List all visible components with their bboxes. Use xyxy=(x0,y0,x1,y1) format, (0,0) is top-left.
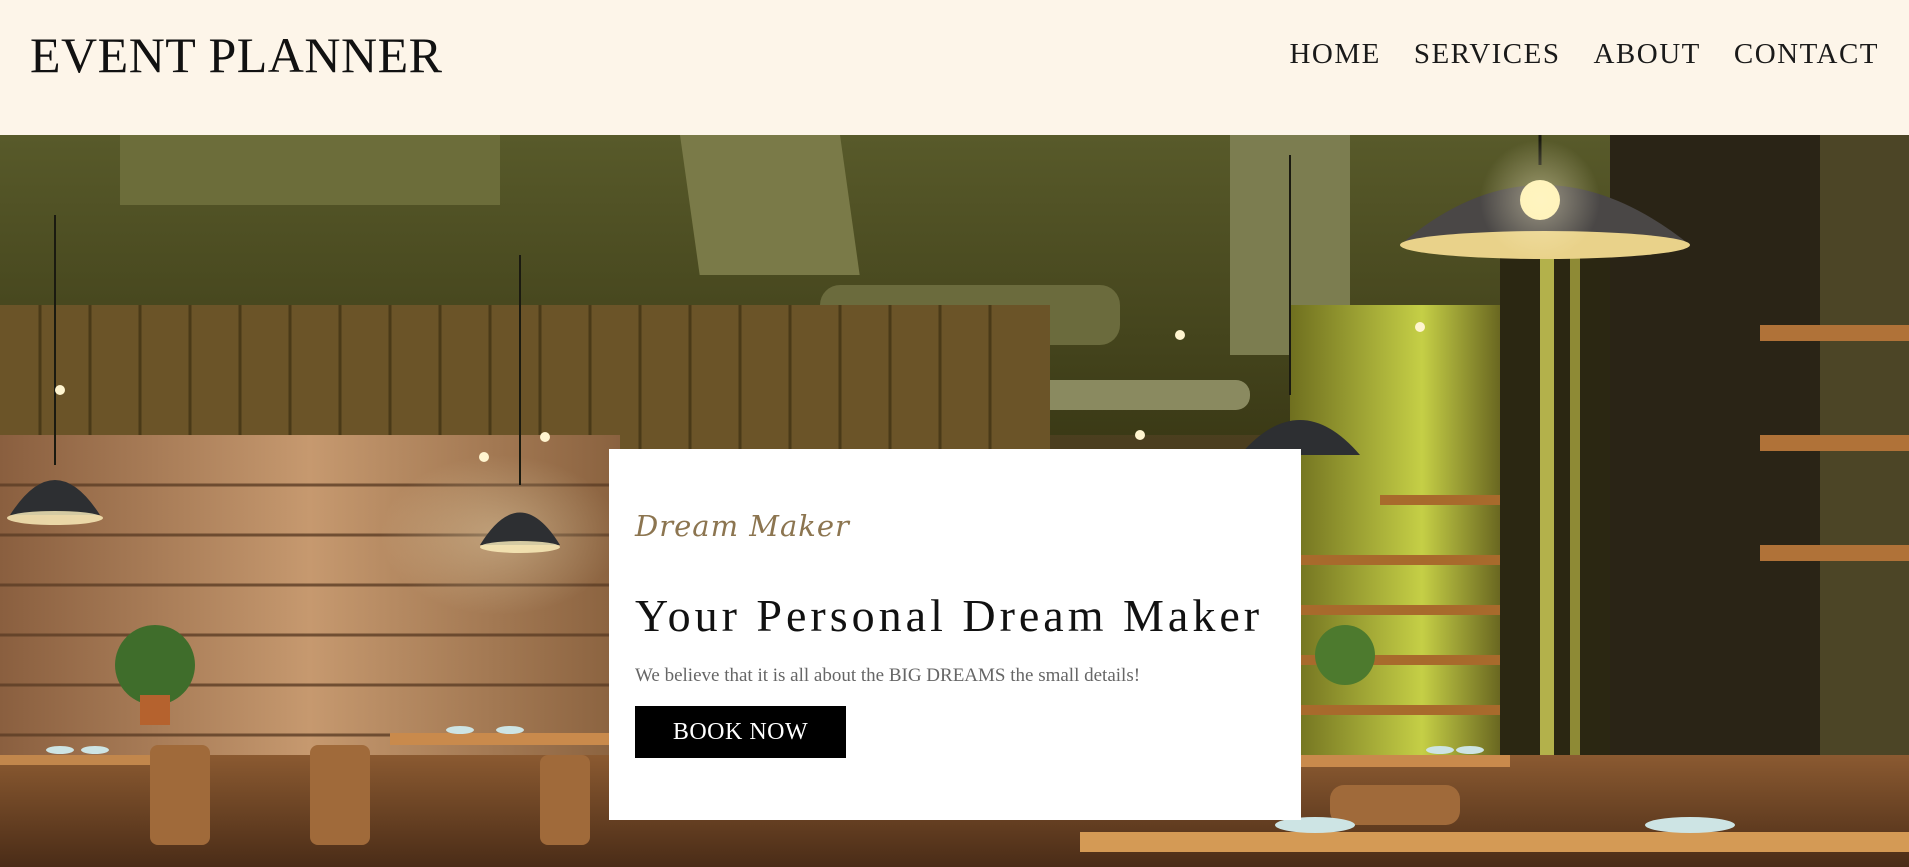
hero-script-title: Dream Maker xyxy=(635,509,850,543)
nav-services[interactable]: SERVICES xyxy=(1414,38,1561,71)
hero-headline: Your Personal Dream Maker xyxy=(635,590,1264,641)
hero-tagline: We believe that it is all about the BIG … xyxy=(635,665,1141,686)
site-logo[interactable]: EVENT PLANNER xyxy=(30,26,443,84)
site-header: EVENT PLANNER HOME SERVICES ABOUT CONTAC… xyxy=(0,0,1909,135)
nav-home[interactable]: HOME xyxy=(1289,38,1380,71)
book-now-button[interactable]: BOOK NOW xyxy=(635,706,846,758)
nav-contact[interactable]: CONTACT xyxy=(1734,38,1879,71)
main-nav: HOME SERVICES ABOUT CONTACT xyxy=(1289,38,1879,71)
nav-about[interactable]: ABOUT xyxy=(1593,38,1700,71)
hero-card: Dream Maker Your Personal Dream Maker We… xyxy=(609,449,1301,820)
hero-section: Dream Maker Your Personal Dream Maker We… xyxy=(0,135,1909,867)
